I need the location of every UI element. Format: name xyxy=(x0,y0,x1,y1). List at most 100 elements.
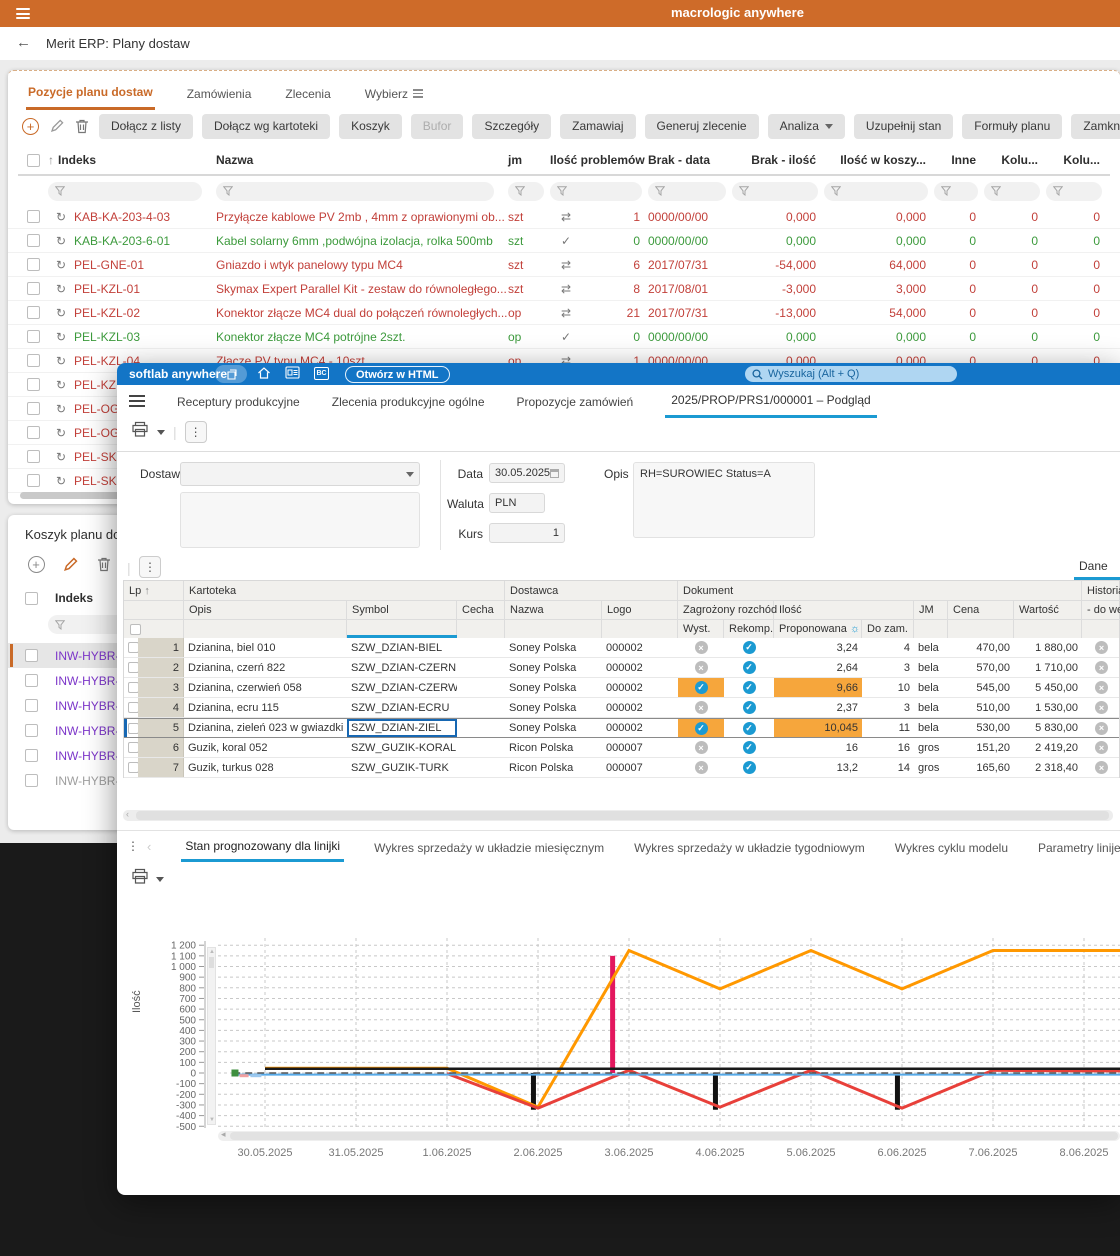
grid-horizontal-scrollbar[interactable]: ‹ xyxy=(123,810,1113,821)
softlab-more-button[interactable]: ⋮ xyxy=(185,421,207,443)
waluta-input[interactable]: PLN xyxy=(489,493,545,513)
cell-symbol[interactable]: SZW_DZIAN-ECRU xyxy=(347,698,457,717)
search-input[interactable]: Wyszukaj (Alt + Q) xyxy=(745,366,957,382)
zamknij-button[interactable]: Zamknij xyxy=(1071,114,1120,139)
filter-input[interactable] xyxy=(648,182,726,201)
analiza-button[interactable]: Analiza xyxy=(768,114,845,139)
tab-stan-prognozowany-dla-linijki[interactable]: Stan prognozowany dla linijki xyxy=(181,833,344,862)
col-do-weryfikacji[interactable]: - do weryfikacji xyxy=(1082,600,1120,619)
dostawca-select[interactable] xyxy=(180,462,420,486)
filter-input[interactable] xyxy=(934,182,978,201)
softlab-menu-icon[interactable] xyxy=(129,395,145,407)
col-opis[interactable]: Opis xyxy=(184,600,347,619)
col-jm[interactable]: jm xyxy=(508,153,550,167)
grid-row[interactable]: 1Dzianina, biel 010SZW_DZIAN-BIELSoney P… xyxy=(124,638,1119,658)
row-checkbox[interactable] xyxy=(25,699,38,712)
col-lp[interactable]: Lp xyxy=(129,585,141,597)
row-checkbox[interactable] xyxy=(128,742,138,753)
row-checkbox[interactable] xyxy=(128,682,138,693)
news-card-icon[interactable] xyxy=(285,366,300,379)
back-arrow-icon[interactable]: ← xyxy=(16,34,31,51)
grid-row[interactable]: 3Dzianina, czerwień 058SZW_DZIAN-CZERWSo… xyxy=(124,678,1119,698)
col-kolumna-2[interactable]: Kolu... xyxy=(1046,153,1108,167)
row-checkbox[interactable] xyxy=(25,749,38,762)
tab-parametry-linijek[interactable]: Parametry linijek xyxy=(1038,833,1120,862)
kurs-input[interactable]: 1 xyxy=(489,523,565,543)
tab-zamówienia[interactable]: Zamówienia xyxy=(185,82,254,110)
row-checkbox[interactable] xyxy=(27,426,40,439)
print-icon[interactable] xyxy=(131,421,149,443)
grid-row[interactable]: 6Guzik, koral 052SZW_GUZIK-KORALRicon Po… xyxy=(124,738,1119,758)
dołącz-wg-kartoteki-button[interactable]: Dołącz wg kartoteki xyxy=(202,114,330,139)
sort-asc-icon[interactable]: ↑ xyxy=(144,585,150,597)
windows-stack-icon[interactable] xyxy=(215,365,247,383)
grid-row[interactable]: 2Dzianina, czerń 822SZW_DZIAN-CZERNSoney… xyxy=(124,658,1119,678)
filter-input[interactable] xyxy=(216,182,494,201)
tab-wykres-sprzedaży-w-układzie-tygodniowym[interactable]: Wykres sprzedaży w układzie tygodniowym xyxy=(634,833,865,862)
row-checkbox[interactable] xyxy=(27,282,40,295)
delete-button[interactable] xyxy=(75,115,89,137)
tab-receptury-produkcyjne[interactable]: Receptury produkcyjne xyxy=(177,385,300,418)
row-checkbox[interactable] xyxy=(27,474,40,487)
row-checkbox[interactable] xyxy=(25,724,38,737)
plan-table-row[interactable]: ↻KAB-KA-203-4-03Przyłącze kablowe PV 2mb… xyxy=(8,205,1120,229)
dostawca-textarea[interactable] xyxy=(180,492,420,548)
cell-symbol[interactable]: SZW_DZIAN-CZERW xyxy=(347,678,457,697)
filter-input[interactable] xyxy=(48,182,202,201)
col-ilosc-w-koszyku[interactable]: Ilość w koszy... xyxy=(824,153,934,167)
plan-table-row[interactable]: ↻PEL-KZL-03Konektor złącze MC4 potrójne … xyxy=(8,325,1120,349)
bc-icon[interactable]: BC xyxy=(314,367,329,380)
row-checkbox[interactable] xyxy=(27,402,40,415)
grid-row[interactable]: 7Guzik, turkus 028SZW_GUZIK-TURKRicon Po… xyxy=(124,758,1119,778)
row-checkbox[interactable] xyxy=(27,306,40,319)
group-historia[interactable]: Historia anormal xyxy=(1082,581,1120,600)
basket-select-all-checkbox[interactable] xyxy=(25,592,38,605)
row-checkbox[interactable] xyxy=(25,649,38,662)
row-checkbox[interactable] xyxy=(25,674,38,687)
row-checkbox[interactable] xyxy=(27,378,40,391)
tabs-more-button[interactable]: ⋮ xyxy=(127,839,139,862)
filter-input[interactable] xyxy=(984,182,1040,201)
col-symbol[interactable]: Symbol xyxy=(347,600,457,619)
row-checkbox[interactable] xyxy=(27,330,40,343)
cell-symbol[interactable]: SZW_GUZIK-TURK xyxy=(347,758,457,777)
plan-table-row[interactable]: ↻KAB-KA-203-6-01Kabel solarny 6mm ,podwó… xyxy=(8,229,1120,253)
basket-delete-button[interactable] xyxy=(93,553,115,575)
print-icon[interactable] xyxy=(131,868,149,890)
uzupełnij-stan-button[interactable]: Uzupełnij stan xyxy=(854,114,953,139)
basket-col-indeks[interactable]: Indeks xyxy=(55,591,93,605)
row-checkbox[interactable] xyxy=(27,450,40,463)
tab-dane[interactable]: Dane xyxy=(1079,559,1108,573)
col-do-zam[interactable]: Do zam. xyxy=(862,619,914,638)
tab-propozycje-zamówień[interactable]: Propozycje zamówień xyxy=(517,385,634,418)
grid-row[interactable]: 4Dzianina, ecru 115SZW_DZIAN-ECRUSoney P… xyxy=(124,698,1119,718)
menu-icon[interactable] xyxy=(16,8,30,19)
filter-input[interactable] xyxy=(508,182,544,201)
col-indeks[interactable]: Indeks xyxy=(58,153,96,167)
plan-table-row[interactable]: ↻PEL-GNE-01Gniazdo i wtyk panelowy typu … xyxy=(8,253,1120,277)
row-checkbox[interactable] xyxy=(27,258,40,271)
open-in-html-button[interactable]: Otwórz w HTML xyxy=(345,366,450,383)
koszyk-button[interactable]: Koszyk xyxy=(339,114,402,139)
tabs-scroll-left-icon[interactable]: ‹ xyxy=(147,839,151,862)
sort-asc-icon[interactable]: ↑ xyxy=(48,153,54,167)
col-cecha[interactable]: Cecha xyxy=(457,600,505,619)
formuły-planu-button[interactable]: Formuły planu xyxy=(962,114,1062,139)
group-dokument[interactable]: Dokument xyxy=(678,581,1082,600)
row-checkbox[interactable] xyxy=(27,234,40,247)
chart-horizontal-scrollbar[interactable]: ◂ xyxy=(218,1131,1120,1141)
col-nazwa[interactable]: Nazwa xyxy=(216,153,508,167)
row-checkbox[interactable] xyxy=(25,774,38,787)
filter-input[interactable] xyxy=(1046,182,1102,201)
tab-zlecenia[interactable]: Zlecenia xyxy=(283,82,332,110)
row-checkbox[interactable] xyxy=(128,702,138,713)
col-brak-data[interactable]: Brak - data xyxy=(648,153,732,167)
tab-wykres-sprzedaży-w-układzie-miesięcznym[interactable]: Wykres sprzedaży w układzie miesięcznym xyxy=(374,833,604,862)
group-kartoteka[interactable]: Kartoteka xyxy=(184,581,505,600)
col-proponowana[interactable]: Proponowana ☼ xyxy=(774,619,862,638)
select-all-checkbox[interactable] xyxy=(27,154,40,167)
bufor-button[interactable]: Bufor xyxy=(411,114,464,139)
print-dropdown-icon[interactable] xyxy=(157,430,165,435)
tab-pozycje-planu-dostaw[interactable]: Pozycje planu dostaw xyxy=(26,82,155,110)
grid-more-button[interactable]: ⋮ xyxy=(139,556,161,578)
